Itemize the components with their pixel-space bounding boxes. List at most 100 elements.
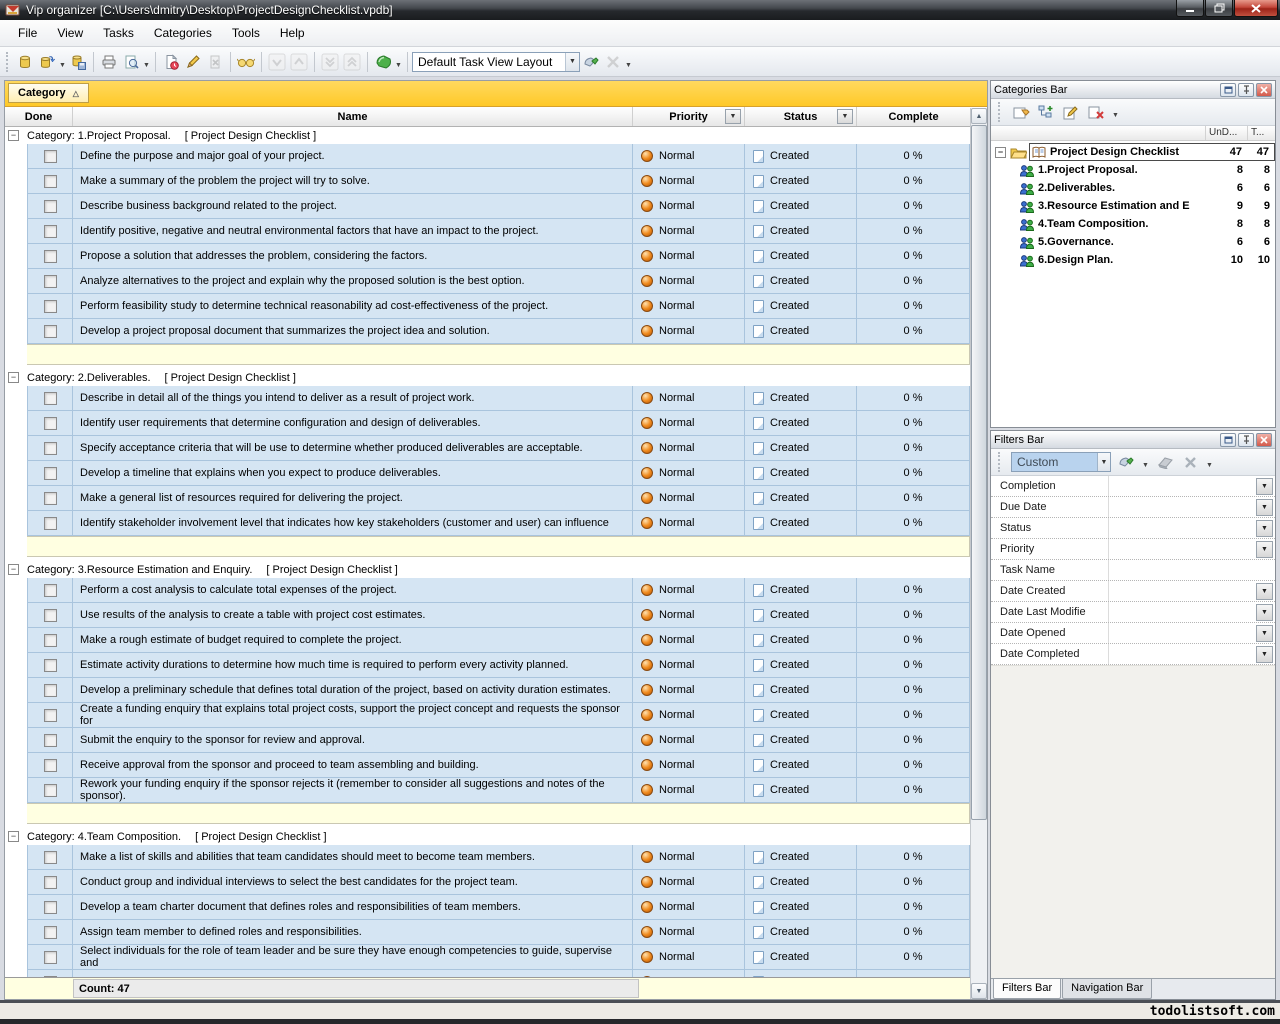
task-checkbox[interactable] bbox=[44, 392, 57, 405]
undone-column-header[interactable]: UnD... bbox=[1205, 126, 1247, 140]
menu-categories[interactable]: Categories bbox=[144, 22, 222, 44]
task-row[interactable]: Analyze alternatives to the project and … bbox=[5, 269, 970, 294]
filter-dropdown-button[interactable]: ▼ bbox=[1256, 625, 1273, 642]
filter-preset-combobox[interactable]: Custom ▼ bbox=[1011, 452, 1111, 472]
task-checkbox[interactable] bbox=[44, 734, 57, 747]
priority-cell[interactable]: Normal bbox=[633, 945, 745, 970]
priority-cell[interactable]: Normal bbox=[633, 603, 745, 628]
print-preview-icon[interactable] bbox=[120, 51, 142, 73]
status-cell[interactable]: Created bbox=[745, 411, 857, 436]
status-cell[interactable]: Created bbox=[745, 194, 857, 219]
task-checkbox[interactable] bbox=[44, 517, 57, 530]
task-row[interactable]: Perform a cost analysis to calculate tot… bbox=[5, 578, 970, 603]
edit-category-icon[interactable] bbox=[1061, 102, 1081, 122]
menu-file[interactable]: File bbox=[8, 22, 47, 44]
task-row[interactable]: Conduct group and individual interviews … bbox=[5, 870, 970, 895]
priority-cell[interactable]: Normal bbox=[633, 194, 745, 219]
priority-cell[interactable]: Normal bbox=[633, 244, 745, 269]
task-checkbox[interactable] bbox=[44, 926, 57, 939]
new-task-row[interactable] bbox=[5, 344, 970, 365]
task-row[interactable]: Specify acceptance criteria that will be… bbox=[5, 436, 970, 461]
task-name[interactable]: Perform a cost analysis to calculate tot… bbox=[73, 578, 633, 603]
task-row[interactable]: Develop a preliminary schedule that defi… bbox=[5, 678, 970, 703]
priority-cell[interactable]: Normal bbox=[633, 578, 745, 603]
task-checkbox[interactable] bbox=[44, 684, 57, 697]
task-checkbox[interactable] bbox=[44, 901, 57, 914]
filter-dropdown-button[interactable]: ▼ bbox=[1256, 646, 1273, 663]
tab-navigation-bar[interactable]: Navigation Bar bbox=[1062, 979, 1152, 999]
priority-cell[interactable]: Normal bbox=[633, 294, 745, 319]
priority-cell[interactable]: Normal bbox=[633, 703, 745, 728]
categories-bar-pin-button[interactable] bbox=[1238, 83, 1254, 97]
task-checkbox[interactable] bbox=[44, 467, 57, 480]
priority-filter-button[interactable]: ▼ bbox=[725, 109, 741, 124]
status-cell[interactable]: Created bbox=[745, 703, 857, 728]
task-checkbox[interactable] bbox=[44, 584, 57, 597]
category-group-row[interactable]: −Category: 1.Project Proposal.[ Project … bbox=[5, 127, 970, 144]
new-task-row[interactable] bbox=[5, 803, 970, 824]
status-cell[interactable]: Created bbox=[745, 269, 857, 294]
category-group-row[interactable]: −Category: 4.Team Composition.[ Project … bbox=[5, 828, 970, 845]
status-cell[interactable]: Created bbox=[745, 294, 857, 319]
category-tree-item[interactable]: 5.Governance.66 bbox=[991, 233, 1275, 251]
category-tree-item[interactable]: 1.Project Proposal.88 bbox=[991, 161, 1275, 179]
task-row[interactable]: Make a rough estimate of budget required… bbox=[5, 628, 970, 653]
new-task-row[interactable] bbox=[5, 536, 970, 557]
task-row[interactable]: Estimate activity durations to determine… bbox=[5, 653, 970, 678]
edit-task-icon[interactable] bbox=[182, 51, 204, 73]
category-group-row[interactable]: −Category: 3.Resource Estimation and Enq… bbox=[5, 561, 970, 578]
status-filter-button[interactable]: ▼ bbox=[837, 109, 853, 124]
delete-layout-icon[interactable] bbox=[602, 51, 624, 73]
filter-dropdown-button[interactable]: ▼ bbox=[1256, 499, 1273, 516]
filter-dropdown-button[interactable]: ▼ bbox=[1256, 583, 1273, 600]
task-checkbox[interactable] bbox=[44, 442, 57, 455]
task-row[interactable]: Develop a team charter document that def… bbox=[5, 895, 970, 920]
status-cell[interactable]: Created bbox=[745, 870, 857, 895]
priority-cell[interactable]: Normal bbox=[633, 678, 745, 703]
new-task-icon[interactable] bbox=[160, 51, 182, 73]
status-cell[interactable]: Created bbox=[745, 778, 857, 803]
task-name[interactable]: Create a funding enquiry that explains t… bbox=[73, 703, 633, 728]
task-checkbox[interactable] bbox=[44, 200, 57, 213]
minimize-button[interactable] bbox=[1176, 0, 1204, 17]
tab-filters-bar[interactable]: Filters Bar bbox=[993, 979, 1061, 999]
task-name[interactable]: Make a list of skills and abilities that… bbox=[73, 845, 633, 870]
complete-task-icon[interactable] bbox=[235, 51, 257, 73]
task-name[interactable]: Make a rough estimate of budget required… bbox=[73, 628, 633, 653]
print-dropdown[interactable]: ▼ bbox=[142, 51, 151, 73]
new-task-area[interactable] bbox=[27, 803, 970, 824]
task-row[interactable]: Submit the enquiry to the sponsor for re… bbox=[5, 728, 970, 753]
task-checkbox[interactable] bbox=[44, 951, 57, 964]
task-checkbox[interactable] bbox=[44, 784, 57, 797]
task-row[interactable]: Identify positive, negative and neutral … bbox=[5, 219, 970, 244]
filter-dropdown-button[interactable]: ▼ bbox=[1256, 520, 1273, 537]
task-name[interactable]: Make a general list of resources require… bbox=[73, 486, 633, 511]
menu-view[interactable]: View bbox=[47, 22, 93, 44]
notifications-icon[interactable] bbox=[372, 51, 394, 73]
status-cell[interactable]: Created bbox=[745, 653, 857, 678]
status-cell[interactable]: Created bbox=[745, 728, 857, 753]
task-name[interactable]: Propose a solution that addresses the pr… bbox=[73, 244, 633, 269]
task-row[interactable]: Describe business background related to … bbox=[5, 194, 970, 219]
status-cell[interactable]: Created bbox=[745, 753, 857, 778]
task-checkbox[interactable] bbox=[44, 634, 57, 647]
task-row[interactable]: Rework your funding enquiry if the spons… bbox=[5, 778, 970, 803]
title-bar[interactable]: Vip organizer [C:\Users\dmitry\Desktop\P… bbox=[0, 0, 1280, 20]
status-cell[interactable]: Created bbox=[745, 461, 857, 486]
collapse-icon[interactable]: − bbox=[8, 372, 19, 383]
apply-filter-icon[interactable] bbox=[1116, 452, 1136, 472]
status-cell[interactable]: Created bbox=[745, 436, 857, 461]
priority-cell[interactable]: Normal bbox=[633, 461, 745, 486]
total-column-header[interactable]: T... bbox=[1247, 126, 1275, 140]
task-row[interactable]: Use results of the analysis to create a … bbox=[5, 603, 970, 628]
priority-cell[interactable]: Normal bbox=[633, 845, 745, 870]
task-checkbox[interactable] bbox=[44, 492, 57, 505]
new-task-area[interactable] bbox=[27, 344, 970, 365]
task-checkbox[interactable] bbox=[44, 275, 57, 288]
new-category-icon[interactable] bbox=[1011, 102, 1031, 122]
status-cell[interactable]: Created bbox=[745, 169, 857, 194]
priority-cell[interactable]: Normal bbox=[633, 219, 745, 244]
priority-cell[interactable]: Normal bbox=[633, 653, 745, 678]
categories-toolbar-overflow[interactable]: ▼ bbox=[1111, 101, 1120, 123]
notifications-dropdown[interactable]: ▼ bbox=[394, 51, 403, 73]
